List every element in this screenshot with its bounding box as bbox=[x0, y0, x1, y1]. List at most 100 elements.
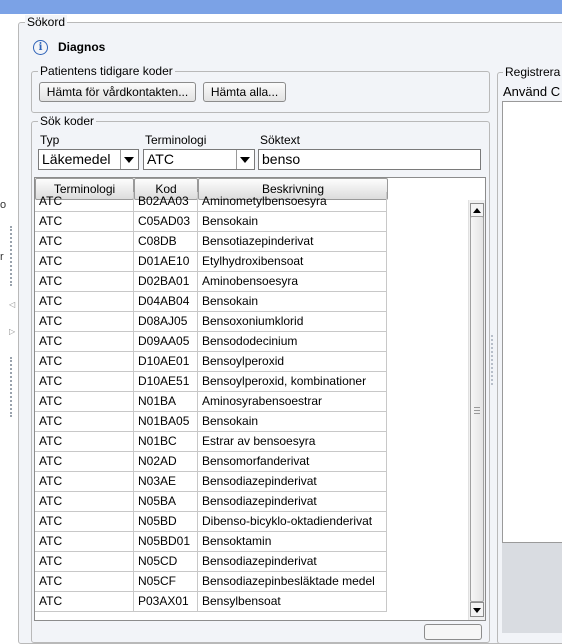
cell-description: Bensokain bbox=[198, 412, 387, 431]
collapse-left-arrow-icon[interactable]: ◁ bbox=[9, 300, 15, 309]
cell-code: B02AA03 bbox=[134, 192, 198, 211]
cell-code: D01AE10 bbox=[134, 252, 198, 271]
cell-code: N01BA05 bbox=[134, 412, 198, 431]
info-icon: i bbox=[33, 39, 48, 55]
cell-code: D04AB04 bbox=[134, 292, 198, 311]
cell-code: D02BA01 bbox=[134, 272, 198, 291]
table-row[interactable]: ATC N03AE Bensodiazepinderivat bbox=[35, 472, 387, 492]
table-row[interactable]: ATC D04AB04 Bensokain bbox=[35, 292, 387, 312]
cell-terminology: ATC bbox=[35, 532, 134, 551]
cell-description: Bensoxoniumklorid bbox=[198, 312, 387, 331]
table-row[interactable]: ATC D08AJ05 Bensoxoniumklorid bbox=[35, 312, 387, 332]
table-row[interactable]: ATC N05CD Bensodiazepinderivat bbox=[35, 552, 387, 572]
table-row[interactable]: ATC B02AA03 Aminometylbensoesyra bbox=[35, 192, 387, 212]
cell-terminology: ATC bbox=[35, 272, 134, 291]
table-row[interactable]: ATC D10AE01 Bensoylperoxid bbox=[35, 352, 387, 372]
cell-terminology: ATC bbox=[35, 312, 134, 331]
cell-description: Bensylbensoat bbox=[198, 592, 387, 611]
scrollbar-thumb[interactable] bbox=[470, 216, 484, 602]
cell-description: Bensokain bbox=[198, 292, 387, 311]
cell-code: D09AA05 bbox=[134, 332, 198, 351]
diagnos-header: i Diagnos bbox=[33, 38, 105, 56]
table-row[interactable]: ATC D10AE51 Bensoylperoxid, kombinationer bbox=[35, 372, 387, 392]
cell-terminology: ATC bbox=[35, 452, 134, 471]
cell-description: Dibenso-bicyklo-oktadienderivat bbox=[198, 512, 387, 531]
fetch-all-button[interactable]: Hämta alla... bbox=[203, 82, 286, 102]
left-panel-edge: o r ◁ ▷ bbox=[0, 14, 17, 632]
left-splitter-grip-bottom[interactable] bbox=[10, 357, 14, 417]
search-text-input[interactable]: benso bbox=[258, 149, 481, 170]
cell-terminology: ATC bbox=[35, 352, 134, 371]
cell-description: Bensododecinium bbox=[198, 332, 387, 351]
previous-codes-group: Patientens tidigare koder Hämta för vård… bbox=[31, 64, 490, 113]
chevron-down-icon[interactable] bbox=[120, 150, 138, 169]
search-text-value: benso bbox=[262, 151, 301, 167]
register-use-text: Använd C bbox=[503, 84, 561, 99]
cell-description: Etylhydroxibensoat bbox=[198, 252, 387, 271]
cell-terminology: ATC bbox=[35, 412, 134, 431]
cell-code: D10AE51 bbox=[134, 372, 198, 391]
type-label: Typ bbox=[40, 133, 60, 147]
cell-description: Bensoylperoxid bbox=[198, 352, 387, 371]
table-row[interactable]: ATC N05BD Dibenso-bicyklo-oktadienderivat bbox=[35, 512, 387, 532]
cell-terminology: ATC bbox=[35, 472, 134, 491]
cell-description: Bensodiazepinderivat bbox=[198, 552, 387, 571]
search-codes-legend: Sök koder bbox=[38, 114, 97, 128]
table-row[interactable]: ATC D02BA01 Aminobensoesyra bbox=[35, 272, 387, 292]
expand-right-arrow-icon[interactable]: ▷ bbox=[9, 327, 15, 336]
scroll-down-arrow-icon[interactable] bbox=[470, 602, 484, 617]
results-grid[interactable]: Terminologi Kod Beskrivning ATC B02AA03 Am… bbox=[34, 177, 486, 621]
table-row[interactable]: ATC N02AD Bensomorfanderivat bbox=[35, 452, 387, 472]
bottom-action-button[interactable] bbox=[424, 624, 482, 640]
terminology-label: Terminologi bbox=[145, 133, 207, 147]
cell-description: Aminobensoesyra bbox=[198, 272, 387, 291]
cell-terminology: ATC bbox=[35, 232, 134, 251]
table-row[interactable]: ATC N01BA05 Bensokain bbox=[35, 412, 387, 432]
cell-terminology: ATC bbox=[35, 392, 134, 411]
cell-terminology: ATC bbox=[35, 372, 134, 391]
vertical-scrollbar[interactable] bbox=[468, 200, 485, 620]
cell-code: P03AX01 bbox=[134, 592, 198, 611]
left-text-fragment-1: o bbox=[0, 199, 7, 211]
table-row[interactable]: ATC D09AA05 Bensododecinium bbox=[35, 332, 387, 352]
chevron-down-icon[interactable] bbox=[236, 150, 254, 169]
cell-code: N05BD01 bbox=[134, 532, 198, 551]
window-title-bar bbox=[0, 0, 562, 14]
table-row[interactable]: ATC C08DB Bensotiazepinderivat bbox=[35, 232, 387, 252]
cell-terminology: ATC bbox=[35, 552, 134, 571]
type-select-value: Läkemedel bbox=[42, 151, 111, 167]
table-row[interactable]: ATC N01BA Aminosyrabensoestrar bbox=[35, 392, 387, 412]
type-select[interactable]: Läkemedel bbox=[38, 149, 139, 170]
register-bottom-area bbox=[502, 543, 562, 633]
table-row[interactable]: ATC D01AE10 Etylhydroxibensoat bbox=[35, 252, 387, 272]
table-row[interactable]: ATC P03AX01 Bensylbensoat bbox=[35, 592, 387, 612]
cell-terminology: ATC bbox=[35, 572, 134, 591]
table-row[interactable]: ATC N05CF Bensodiazepinbesläktade medel bbox=[35, 572, 387, 592]
table-row[interactable]: ATC N05BD01 Bensoktamin bbox=[35, 532, 387, 552]
terminology-select[interactable]: ATC bbox=[143, 149, 255, 170]
table-row[interactable]: ATC C05AD03 Bensokain bbox=[35, 212, 387, 232]
left-splitter-grip-top[interactable] bbox=[10, 226, 14, 286]
terminology-select-value: ATC bbox=[147, 151, 174, 167]
cell-description: Bensodiazepinderivat bbox=[198, 492, 387, 511]
left-text-fragment-2: r bbox=[0, 251, 4, 263]
cell-code: N03AE bbox=[134, 472, 198, 491]
table-row[interactable]: ATC N05BA Bensodiazepinderivat bbox=[35, 492, 387, 512]
table-row[interactable]: ATC N01BC Estrar av bensoesyra bbox=[35, 432, 387, 452]
cell-description: Bensoktamin bbox=[198, 532, 387, 551]
cell-code: N05CD bbox=[134, 552, 198, 571]
register-list[interactable] bbox=[502, 101, 562, 543]
center-splitter-grip[interactable] bbox=[491, 335, 495, 385]
search-text-label: Söktext bbox=[260, 133, 301, 147]
cell-description: Aminosyrabensoestrar bbox=[198, 392, 387, 411]
fetch-for-visit-button[interactable]: Hämta för vårdkontakten... bbox=[39, 82, 196, 102]
cell-terminology: ATC bbox=[35, 192, 134, 211]
register-legend: Registrera bbox=[503, 65, 562, 79]
cell-code: N02AD bbox=[134, 452, 198, 471]
cell-terminology: ATC bbox=[35, 332, 134, 351]
grid-rows: ATC B02AA03 Aminometylbensoesyra ATC C05AD0… bbox=[35, 192, 387, 612]
cell-terminology: ATC bbox=[35, 492, 134, 511]
grip-icon bbox=[474, 407, 480, 414]
diagnos-title: Diagnos bbox=[58, 40, 106, 54]
cell-code: D10AE01 bbox=[134, 352, 198, 371]
